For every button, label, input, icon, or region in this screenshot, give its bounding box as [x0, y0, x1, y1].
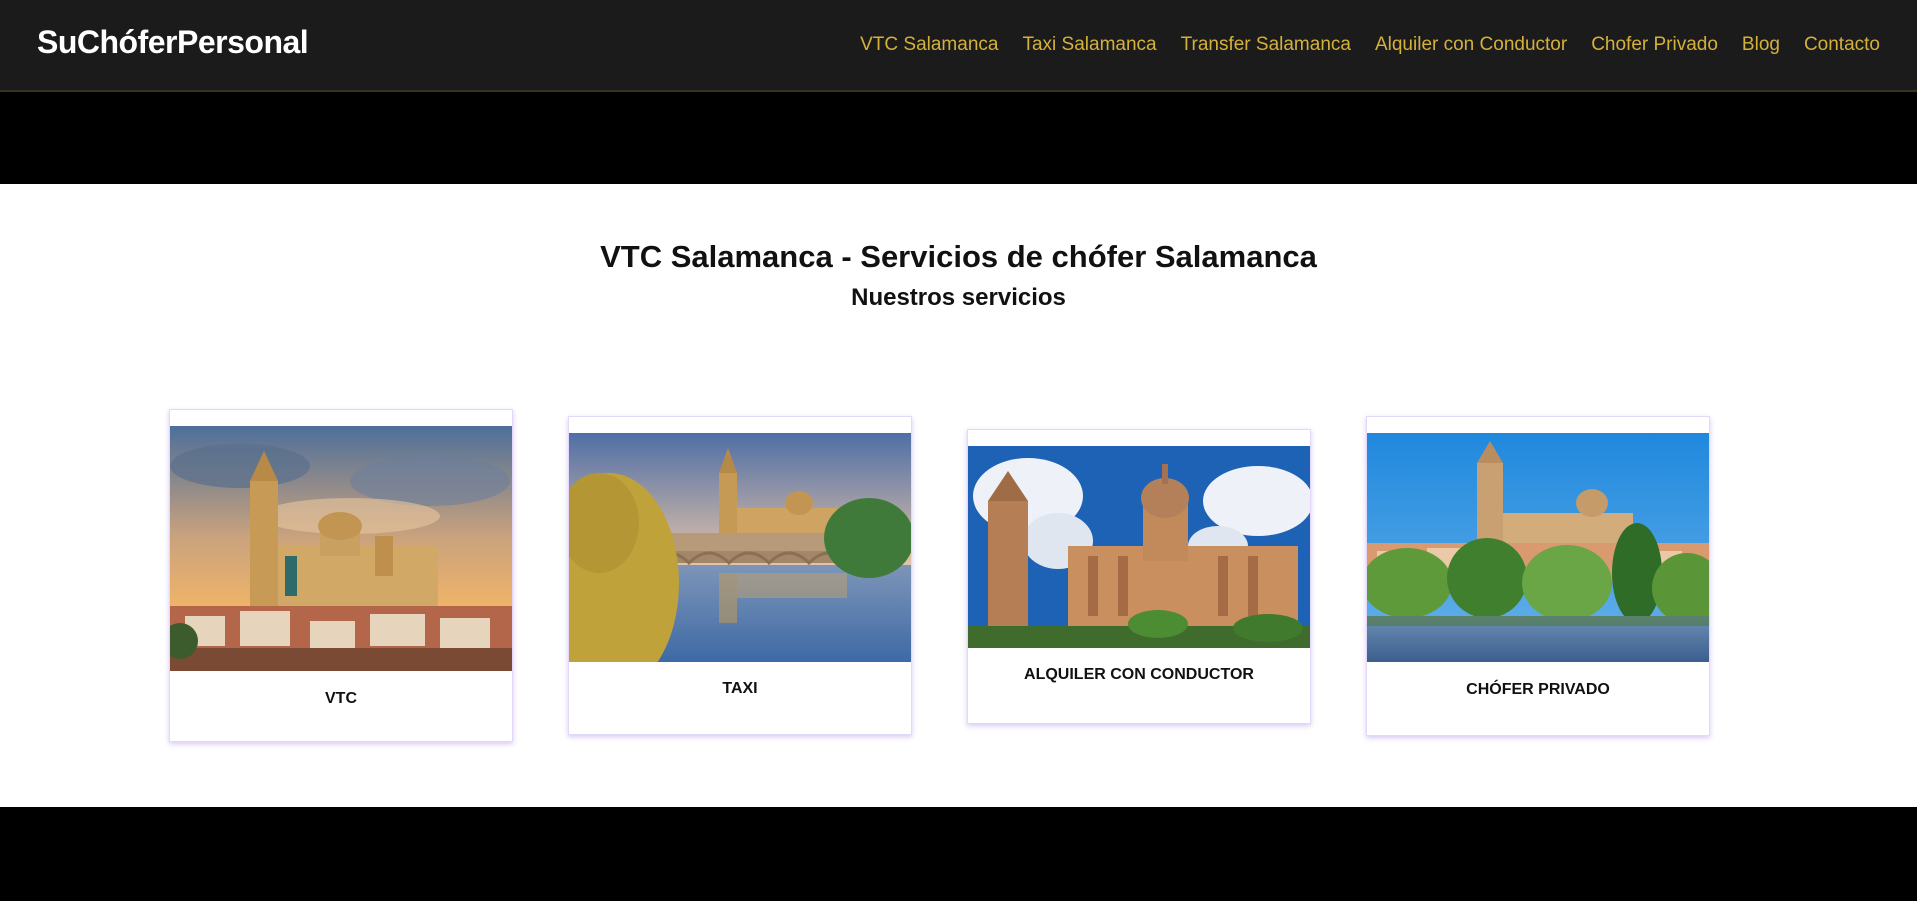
city-river-trees-photo [1367, 433, 1709, 662]
page-title: VTC Salamanca - Servicios de chófer Sala… [600, 239, 1317, 274]
service-card-label: ALQUILER CON CONDUCTOR [1024, 666, 1254, 683]
section-subtitle: Nuestros servicios [851, 284, 1066, 311]
bridge-river-photo [569, 433, 911, 662]
nav-link-vtc-salamanca[interactable]: VTC Salamanca [860, 33, 998, 57]
service-card-label: TAXI [722, 680, 758, 697]
main-nav: VTC Salamanca Taxi Salamanca Transfer Sa… [860, 33, 1880, 57]
top-navbar: SuChóferPersonal VTC Salamanca Taxi Sala… [0, 0, 1917, 92]
service-card-label: VTC [325, 690, 357, 707]
nav-link-alquiler-con-conductor[interactable]: Alquiler con Conductor [1375, 33, 1567, 57]
nav-link-contacto[interactable]: Contacto [1804, 33, 1880, 57]
nav-link-taxi-salamanca[interactable]: Taxi Salamanca [1022, 33, 1156, 57]
site-logo[interactable]: SuChóferPersonal [37, 24, 309, 61]
footer-band [0, 807, 1917, 901]
service-card-alquiler-con-conductor[interactable]: ALQUILER CON CONDUCTOR [967, 429, 1311, 724]
service-card-taxi[interactable]: TAXI [568, 416, 912, 735]
service-card-chofer-privado[interactable]: CHÓFER PRIVADO [1366, 416, 1710, 736]
hero-band [0, 92, 1917, 184]
services-section: VTC Salamanca - Servicios de chófer Sala… [0, 184, 1917, 807]
service-card-vtc[interactable]: VTC [169, 409, 513, 742]
cathedral-blue-sky-photo [968, 446, 1310, 648]
service-card-label: CHÓFER PRIVADO [1466, 681, 1610, 698]
nav-link-blog[interactable]: Blog [1742, 33, 1780, 57]
cathedral-sunset-photo [170, 426, 512, 671]
nav-link-transfer-salamanca[interactable]: Transfer Salamanca [1181, 33, 1351, 57]
nav-link-chofer-privado[interactable]: Chofer Privado [1591, 33, 1718, 57]
